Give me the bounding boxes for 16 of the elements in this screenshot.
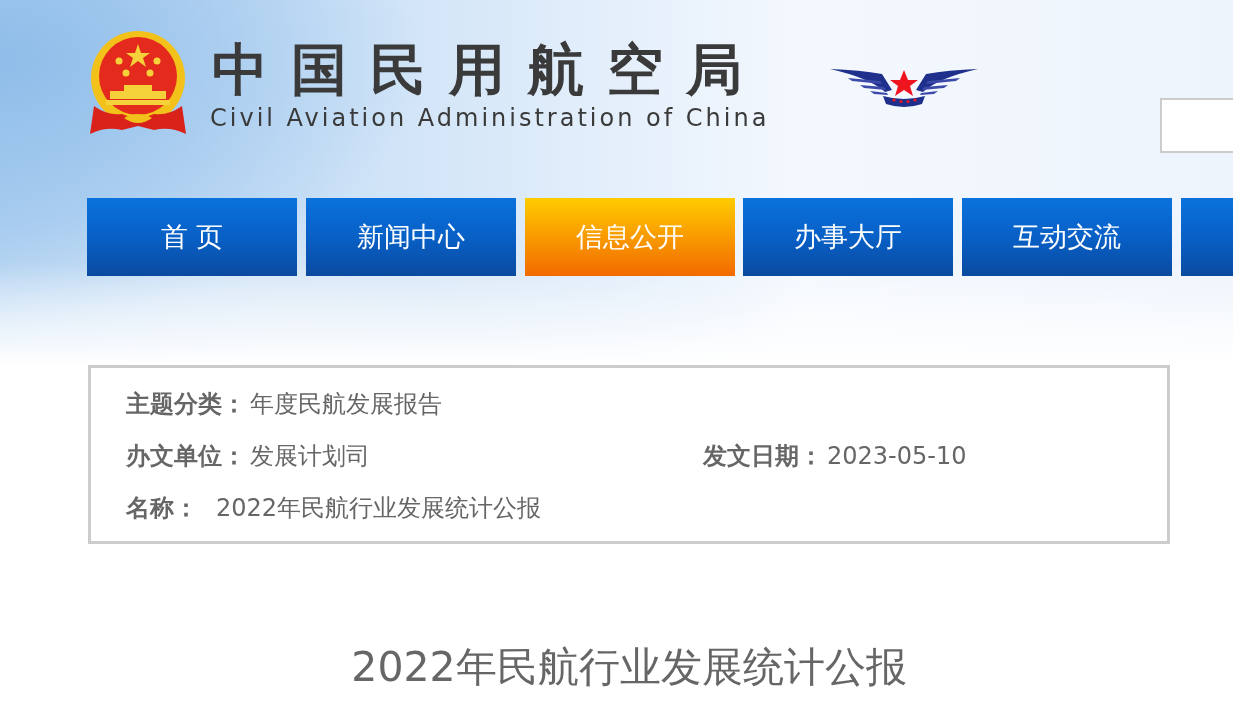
field-value: 2022年民航行业发展统计公报 — [216, 493, 542, 524]
field-label: 发文日期： — [703, 441, 823, 472]
search-field[interactable] — [1160, 98, 1233, 153]
nav-tab[interactable]: 办事大厅 — [743, 198, 954, 276]
field-value: 2023-05-10 — [827, 442, 967, 470]
nav-tab[interactable]: 新闻中心 — [305, 198, 516, 276]
field-label: 名称： — [126, 493, 199, 524]
article-title: 2022年民航行业发展统计公报 — [351, 642, 907, 693]
site-title: 中国民用航空局 — [212, 39, 765, 101]
field-label: 办文单位： — [126, 441, 246, 472]
field-value: 发展计划司 — [250, 441, 370, 472]
site-subtitle: Civil Aviation Administration of China — [210, 104, 770, 132]
field-value: 年度民航发展报告 — [250, 389, 442, 420]
nav-tab[interactable]: 互动交流 — [962, 198, 1173, 276]
field-label: 主题分类： — [126, 389, 246, 420]
nav-tab[interactable]: 首 页 — [87, 198, 297, 276]
